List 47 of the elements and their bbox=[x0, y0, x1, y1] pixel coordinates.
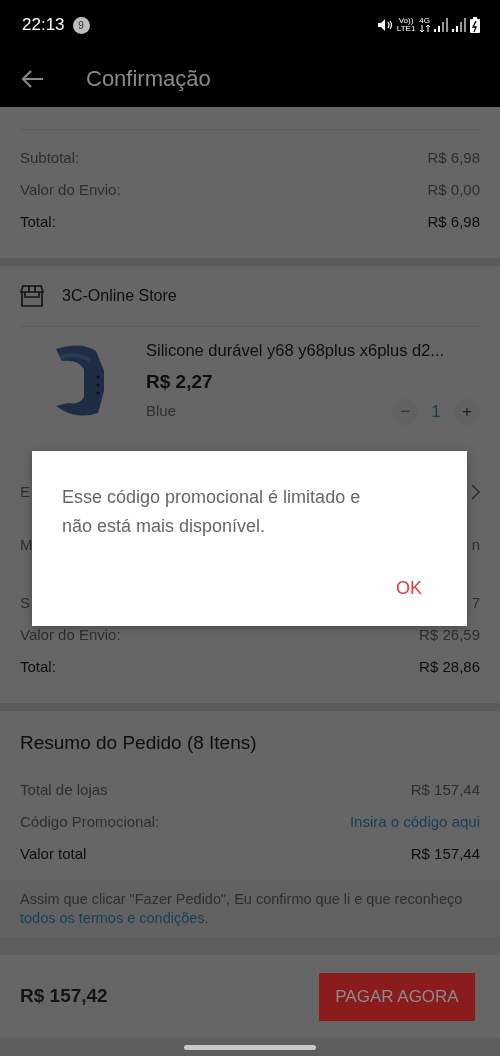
notification-badge: 9 bbox=[72, 16, 90, 34]
row-label: Total: bbox=[20, 212, 56, 232]
dialog-message: Esse código promocional é limitado e não está mais disponível. bbox=[62, 486, 362, 538]
section-title: Resumo do Pedido (8 Itens) bbox=[19, 731, 258, 755]
row-label: Total: bbox=[20, 657, 56, 677]
decrement-button[interactable]: − bbox=[392, 398, 418, 425]
row-value: R$ 6,98 bbox=[427, 212, 480, 232]
row-label: E bbox=[20, 482, 30, 502]
row-label: Valor total bbox=[20, 843, 87, 864]
product-price: R$ 2,27 bbox=[146, 370, 214, 394]
signal-icon bbox=[434, 18, 448, 32]
row-value: n bbox=[471, 535, 480, 555]
row-value: 7 bbox=[471, 593, 480, 613]
chevron-right-icon[interactable] bbox=[471, 484, 480, 500]
row-value: R$ 28,86 bbox=[419, 657, 480, 677]
row-label: M bbox=[20, 535, 33, 555]
row-value: R$ 157,44 bbox=[410, 779, 480, 800]
row-value: R$ 6,98 bbox=[427, 148, 480, 168]
volte-label: Vo)) bbox=[398, 17, 414, 25]
row-value[interactable]: Insira o código aqui bbox=[349, 811, 480, 832]
pay-now-button[interactable]: PAGAR AGORA bbox=[319, 972, 475, 1021]
store-icon bbox=[20, 284, 44, 308]
volte-label: LTE1 bbox=[396, 25, 416, 33]
back-arrow-icon[interactable] bbox=[22, 69, 44, 88]
signal-icon bbox=[452, 18, 466, 32]
row-label: Valor do Envio: bbox=[20, 180, 121, 200]
quantity-value: 1 bbox=[430, 400, 442, 423]
row-label: Subtotal: bbox=[20, 148, 80, 168]
status-time: 22:13 bbox=[22, 14, 65, 37]
row-label: Total de lojas bbox=[20, 779, 108, 800]
home-indicator[interactable] bbox=[184, 1044, 316, 1050]
battery-icon bbox=[470, 17, 480, 33]
store-name: 3C-Online Store bbox=[62, 286, 177, 306]
row-label: Valor do Envio: bbox=[20, 625, 121, 645]
terms-link[interactable]: todos os termos e condições bbox=[20, 909, 205, 926]
ok-button[interactable]: OK bbox=[396, 575, 422, 602]
screen-title: Confirmação bbox=[86, 65, 211, 93]
product-title: Silicone durável y68 y68plus x6plus d2... bbox=[146, 340, 446, 361]
row-value: R$ 26,59 bbox=[419, 625, 480, 645]
order-total: R$ 157,42 bbox=[20, 984, 108, 1009]
data-arrows-icon bbox=[419, 25, 430, 33]
product-variant: Blue bbox=[146, 401, 177, 422]
increment-button[interactable]: + bbox=[454, 398, 480, 425]
row-value: R$ 157,44 bbox=[410, 843, 480, 864]
row-label: Código Promocional: bbox=[20, 811, 160, 832]
network-label: 4G bbox=[419, 17, 430, 25]
row-value: R$ 0,00 bbox=[427, 180, 480, 200]
